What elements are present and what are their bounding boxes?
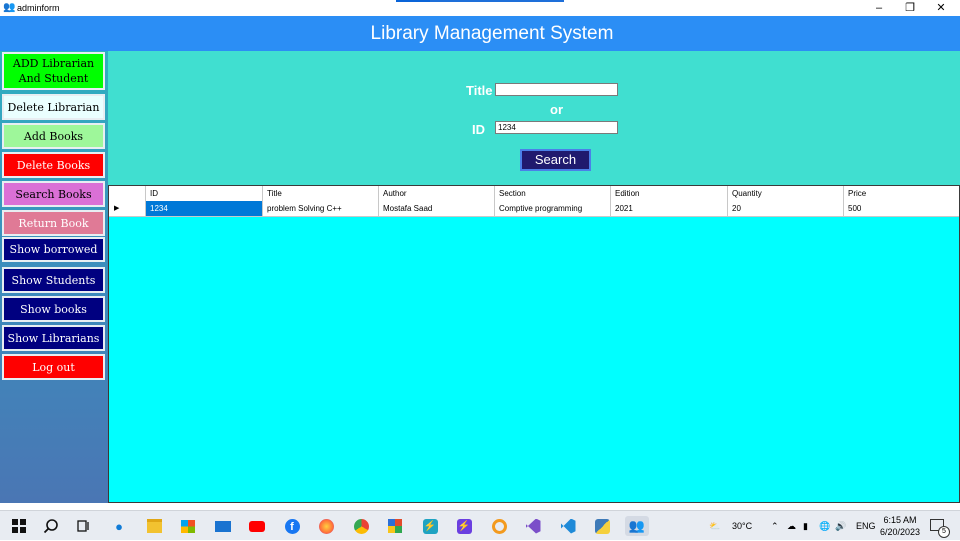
cell-author[interactable]: Mostafa Saad (378, 201, 494, 216)
log-out-button[interactable]: Log out (2, 354, 105, 380)
language-indicator[interactable]: ENG (856, 511, 876, 541)
chrome-icon[interactable] (350, 516, 372, 536)
title-label: Title (466, 83, 493, 98)
show-books-button[interactable]: Show books (2, 296, 105, 322)
app-users-icon: 👥 (3, 2, 16, 13)
vscode-icon[interactable] (557, 516, 579, 536)
show-borrowed-button[interactable]: Show borrowed (2, 237, 105, 262)
show-librarians-button[interactable]: Show Librarians (2, 325, 105, 351)
file-explorer-icon[interactable] (143, 516, 165, 536)
column-header-price[interactable]: Price (843, 186, 959, 201)
github-icon[interactable] (488, 516, 510, 536)
notification-count-badge: 5 (938, 526, 950, 538)
cell-quantity[interactable]: 20 (727, 201, 843, 216)
search-button[interactable]: Search (520, 149, 591, 171)
weather-icon[interactable]: ⛅ (709, 511, 720, 541)
table-row[interactable]: ▶ 1234 problem Solving C++ Mostafa Saad … (109, 201, 959, 217)
column-header-section[interactable]: Section (494, 186, 610, 201)
cell-id[interactable]: 1234 (145, 201, 262, 216)
cell-edition[interactable]: 2021 (610, 201, 727, 216)
close-icon[interactable]: ✕ (926, 0, 956, 16)
network-icon[interactable]: 🌐 (819, 511, 830, 541)
id-input[interactable] (495, 121, 618, 134)
clock-date: 6/20/2023 (879, 527, 921, 537)
add-librarian-student-button[interactable]: ADD Librarian And Student (2, 52, 105, 90)
python-icon[interactable] (591, 516, 613, 536)
add-books-button[interactable]: Add Books (2, 123, 105, 149)
start-icon[interactable] (8, 516, 30, 536)
chevron-up-icon[interactable]: ⌃ (771, 511, 779, 541)
return-book-button[interactable]: Return Book (2, 210, 105, 236)
id-label: ID (472, 122, 485, 137)
app-grid-icon[interactable] (384, 516, 406, 536)
store-icon[interactable] (177, 516, 199, 536)
facebook-icon[interactable]: f (281, 516, 303, 536)
adminform-app-icon[interactable]: 👥 (625, 516, 649, 536)
restore-icon[interactable]: ❐ (895, 0, 925, 16)
title-input[interactable] (495, 83, 618, 96)
cell-title[interactable]: problem Solving C++ (262, 201, 378, 216)
window-title: adminform (17, 3, 60, 13)
or-label: or (550, 102, 563, 117)
column-header-quantity[interactable]: Quantity (727, 186, 843, 201)
taskbar-progress-bar (396, 0, 564, 2)
minimize-icon[interactable]: – (864, 0, 894, 16)
youtube-icon[interactable] (246, 516, 268, 536)
books-grid[interactable]: ID Title Author Section Edition Quantity… (108, 185, 960, 503)
search-icon[interactable] (40, 516, 62, 536)
volume-icon[interactable]: 🔊 (835, 511, 846, 541)
row-header-corner (109, 186, 145, 201)
column-header-id[interactable]: ID (145, 186, 262, 201)
column-header-edition[interactable]: Edition (610, 186, 727, 201)
cell-price[interactable]: 500 (843, 201, 959, 216)
clock-time: 6:15 AM (883, 515, 917, 525)
delete-books-button[interactable]: Delete Books (2, 152, 105, 178)
onedrive-icon[interactable]: ☁ (787, 511, 796, 541)
cell-section[interactable]: Comptive programming (494, 201, 610, 216)
taskbar: ● f ⚡ ⚡ 👥 ⛅ 30°C ⌃ ☁ ▮ 🌐 🔊 ENG 6:15 AM 6… (0, 510, 960, 540)
column-header-title[interactable]: Title (262, 186, 378, 201)
battery-icon[interactable]: ▮ (803, 511, 808, 541)
current-row-marker-icon[interactable]: ▶ (109, 201, 145, 216)
task-view-icon[interactable] (73, 516, 95, 536)
bolt-icon[interactable]: ⚡ (453, 516, 475, 536)
window-titlebar: 👥 adminform – ❐ ✕ (0, 0, 960, 16)
firefox-icon[interactable] (315, 516, 337, 536)
column-header-author[interactable]: Author (378, 186, 494, 201)
mail-icon[interactable] (212, 516, 234, 536)
app-header: Library Management System (0, 16, 960, 51)
weather-temperature[interactable]: 30°C (732, 511, 752, 541)
clock[interactable]: 6:15 AM 6/20/2023 (878, 514, 922, 538)
page-title: Library Management System (370, 23, 614, 44)
grid-header: ID Title Author Section Edition Quantity… (109, 186, 959, 202)
show-students-button[interactable]: Show Students (2, 267, 105, 293)
edge-icon[interactable]: ● (108, 516, 130, 536)
search-books-button[interactable]: Search Books (2, 181, 105, 207)
delete-librarian-button[interactable]: Delete Librarian (2, 94, 105, 120)
visual-studio-icon[interactable] (522, 516, 544, 536)
zap-icon[interactable]: ⚡ (419, 516, 441, 536)
